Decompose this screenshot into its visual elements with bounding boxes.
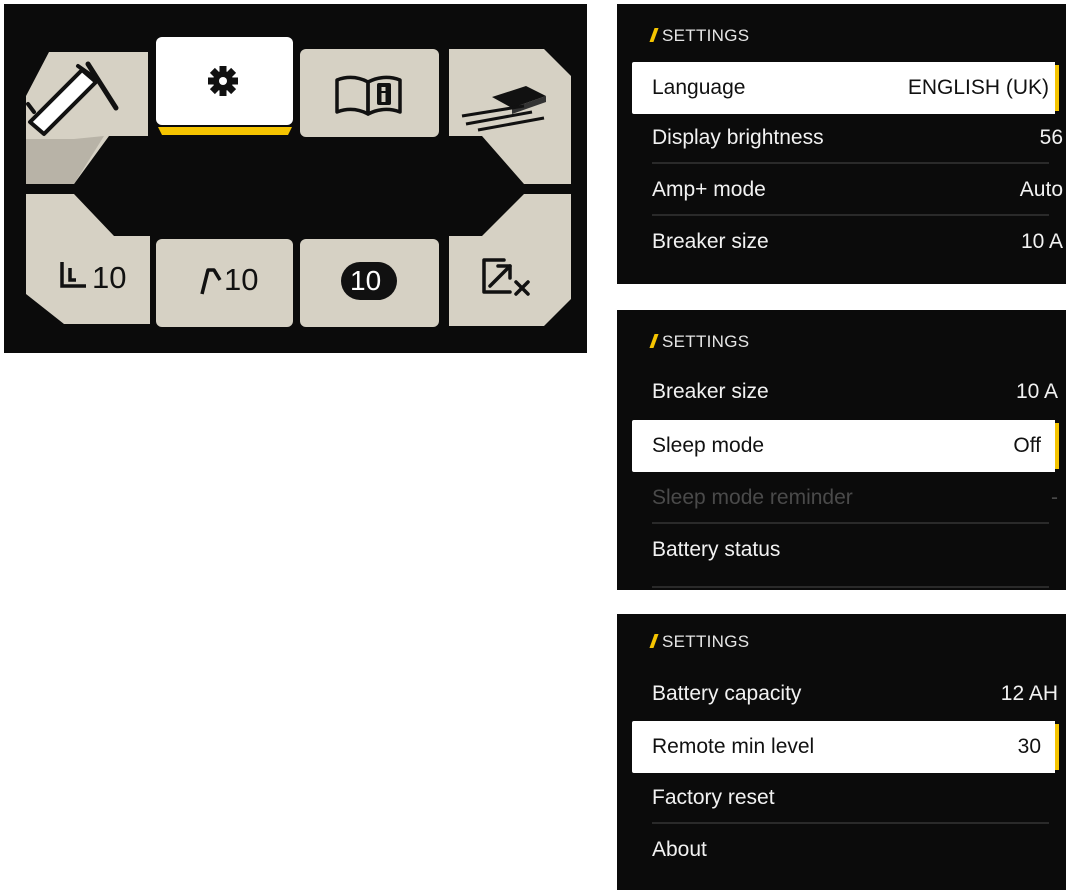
row-label: Remote min level xyxy=(652,735,815,758)
settings-row-breaker-size[interactable]: Breaker size 10 A xyxy=(652,366,1058,418)
panel-header: SETTINGS xyxy=(649,328,750,356)
panel-header: SETTINGS xyxy=(649,22,750,50)
settings-row-about[interactable]: About xyxy=(652,824,1049,876)
row-value: Auto xyxy=(1019,178,1063,201)
start-profile-value: 10 xyxy=(92,260,127,295)
settings-row-breaker-size[interactable]: Breaker size 10 A xyxy=(652,216,1063,268)
header-slash-icon xyxy=(649,634,659,648)
selection-accent xyxy=(1055,65,1059,111)
home-menu-graphics xyxy=(26,37,571,327)
row-label: Battery capacity xyxy=(652,682,802,705)
tile-wire-feed[interactable] xyxy=(449,49,571,184)
row-value: 10 A xyxy=(1015,380,1058,403)
settings-row-sleep-mode-reminder: Sleep mode reminder - xyxy=(652,472,1058,524)
row-label: About xyxy=(652,838,707,861)
row-label: Breaker size xyxy=(652,380,769,403)
settings-row-language[interactable]: Language ENGLISH (UK) xyxy=(632,62,1059,114)
selection-accent xyxy=(1055,423,1059,469)
settings-row-amp-mode[interactable]: Amp+ mode Auto xyxy=(652,164,1063,216)
memory-channel-value: 10 xyxy=(350,265,382,296)
tile-start-profile[interactable] xyxy=(26,194,150,324)
panel-title: SETTINGS xyxy=(662,632,750,651)
row-value: 12 AH xyxy=(1000,682,1058,705)
row-value: Off xyxy=(1013,434,1041,457)
row-value: 56 xyxy=(1039,126,1063,149)
row-value: 10 A xyxy=(1020,230,1063,253)
selection-accent xyxy=(1055,724,1059,770)
row-label: Sleep mode reminder xyxy=(652,486,853,509)
panel-header: SETTINGS xyxy=(649,628,750,656)
row-label: Language xyxy=(652,76,746,99)
settings-row-factory-reset[interactable]: Factory reset xyxy=(652,772,1049,824)
header-slash-icon xyxy=(649,334,659,348)
row-label: Display brightness xyxy=(652,126,824,149)
row-value: 30 xyxy=(1017,735,1041,758)
row-label: Factory reset xyxy=(652,786,775,809)
panel-title: SETTINGS xyxy=(662,332,750,351)
row-value: - xyxy=(1051,486,1058,509)
gear-icon xyxy=(208,66,238,96)
settings-row-battery-status[interactable]: Battery status xyxy=(652,524,1049,588)
tile-manual[interactable] xyxy=(300,49,439,137)
row-label: Amp+ mode xyxy=(652,178,766,201)
settings-panel-3: SETTINGS Battery capacity 12 AH Remote m… xyxy=(617,614,1066,890)
settings-row-display-brightness[interactable]: Display brightness 56 xyxy=(652,112,1063,164)
header-slash-icon xyxy=(649,28,659,42)
settings-panel-2: SETTINGS Breaker size 10 A Sleep mode Of… xyxy=(617,310,1066,590)
row-value: ENGLISH (UK) xyxy=(907,76,1049,99)
settings-panel-1: SETTINGS Language ENGLISH (UK) Display b… xyxy=(617,4,1066,284)
row-label: Breaker size xyxy=(652,230,769,253)
settings-row-remote-min-level[interactable]: Remote min level 30 xyxy=(632,721,1059,773)
end-profile-value: 10 xyxy=(224,262,259,297)
settings-row-sleep-mode[interactable]: Sleep mode Off xyxy=(632,420,1059,472)
row-divider xyxy=(652,586,1049,588)
tile-settings[interactable] xyxy=(156,37,293,135)
panel-title: SETTINGS xyxy=(662,26,750,45)
tile-exit[interactable] xyxy=(449,194,571,326)
row-label: Battery status xyxy=(652,538,781,561)
row-label: Sleep mode xyxy=(652,434,765,457)
settings-row-battery-capacity[interactable]: Battery capacity 12 AH xyxy=(652,668,1058,720)
tile-welding-torch[interactable] xyxy=(26,52,148,184)
home-menu-panel: 10 10 10 xyxy=(4,4,587,353)
